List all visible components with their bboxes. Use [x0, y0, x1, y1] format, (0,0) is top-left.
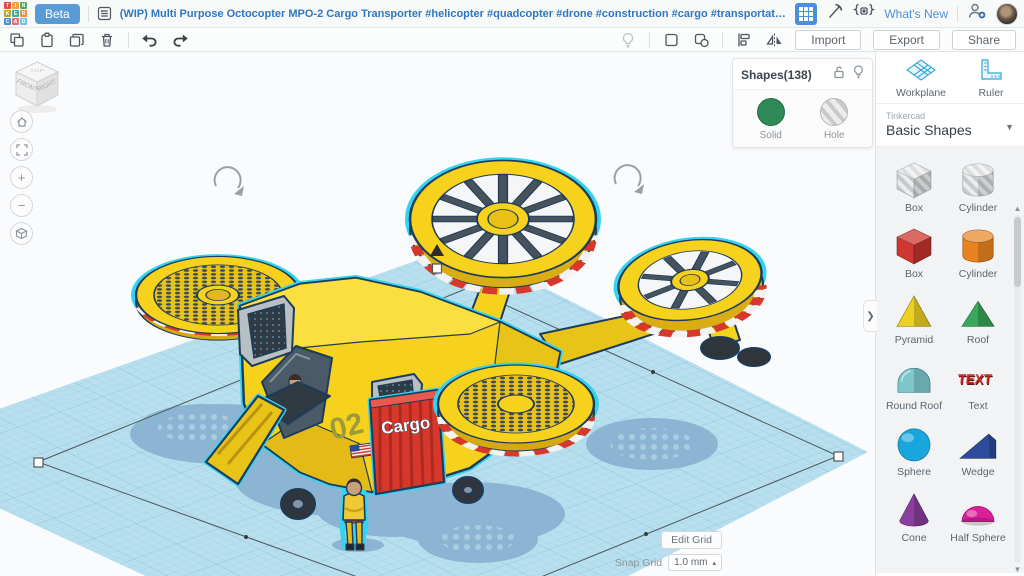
shape-library-sidebar: Workplane Ruler Tinkercad Basic Shapes ▼…	[875, 52, 1024, 576]
edit-grid-button[interactable]: Edit Grid	[661, 531, 722, 549]
hole-swatch[interactable]: Hole	[820, 98, 848, 141]
sidebar-collapse-tab[interactable]: ❯	[863, 300, 877, 332]
user-avatar[interactable]	[996, 3, 1018, 25]
share-button[interactable]: Share	[952, 30, 1016, 50]
whats-new-link[interactable]: What's New	[884, 7, 948, 21]
viewcube-top-label[interactable]: TOP	[30, 69, 45, 73]
shapes-inspector-panel: Shapes(138) Solid Hole	[732, 58, 873, 148]
shape-category-selector[interactable]: Tinkercad Basic Shapes ▼	[876, 104, 1024, 147]
group-icon[interactable]	[662, 31, 680, 49]
copy-icon[interactable]	[8, 31, 26, 49]
divider	[649, 32, 650, 48]
shapes-panel-title: Shapes(138)	[741, 68, 833, 82]
scrollbar-thumb[interactable]	[1014, 217, 1021, 287]
solid-color-dot[interactable]	[757, 98, 785, 126]
edit-toolbar: Import Export Share	[0, 28, 1024, 52]
rotor-right[interactable]	[611, 229, 771, 343]
home-view-button[interactable]	[10, 110, 33, 133]
gallery-scrollbar[interactable]: ▲ ▼	[1012, 202, 1023, 576]
divider	[957, 6, 958, 22]
shape-tile-box[interactable]: Box	[882, 217, 946, 283]
shape-tile-cylinder-hole[interactable]: Cylinder	[946, 151, 1010, 217]
code-blocks-icon[interactable]	[853, 2, 875, 25]
rotate-handle-left[interactable]	[215, 167, 244, 196]
rotor-mid-front[interactable]	[436, 364, 596, 454]
design-title[interactable]: (WIP) Multi Purpose Octocopter MPO-2 Car…	[120, 8, 788, 20]
shape-tile-text[interactable]: TEXT TEXT Text	[946, 349, 1010, 415]
tinkercad-logo[interactable]: T I N K E R C A D	[4, 2, 27, 25]
workplane-tool[interactable]: Workplane	[896, 58, 946, 99]
us-flag	[350, 443, 372, 458]
align-icon[interactable]	[735, 31, 753, 49]
shape-tile-cone[interactable]: Cone	[882, 481, 946, 547]
toolbar-right-cluster: Import Export Share	[619, 30, 1016, 50]
viewport-3d[interactable]: 02 02	[0, 52, 875, 576]
zoom-out-button[interactable]: −	[10, 194, 33, 217]
top-bar: T I N K E R C A D Beta (WIP) Multi Purpo…	[0, 0, 1024, 28]
divider	[128, 32, 129, 48]
shape-tile-roof[interactable]: Roof	[946, 283, 1010, 349]
navigation-buttons: + −	[10, 110, 33, 245]
zoom-in-button[interactable]: +	[10, 166, 33, 189]
delete-icon[interactable]	[98, 31, 116, 49]
shape-tile-box-hole[interactable]: Box	[882, 151, 946, 217]
paste-icon[interactable]	[38, 31, 56, 49]
perspective-toggle-button[interactable]	[10, 222, 33, 245]
svg-text:TEXT: TEXT	[957, 371, 994, 386]
shape-tile-wedge[interactable]: Wedge	[946, 415, 1010, 481]
cargo-container[interactable]: Cargo	[370, 390, 444, 494]
invite-person-icon[interactable]	[967, 2, 987, 25]
redo-icon[interactable]	[171, 31, 189, 49]
show-hide-bulb-icon[interactable]	[853, 65, 864, 84]
divider	[88, 6, 89, 22]
document-properties-icon[interactable]	[97, 6, 112, 21]
undo-icon[interactable]	[141, 31, 159, 49]
ruler-tool[interactable]: Ruler	[978, 58, 1004, 99]
apps-grid-button[interactable]	[795, 3, 817, 25]
duplicate-icon[interactable]	[68, 31, 86, 49]
grid-controls: Edit Grid Snap Grid 1.0 mm▴	[615, 531, 722, 571]
scroll-down-icon[interactable]: ▼	[1014, 565, 1022, 574]
beta-badge: Beta	[35, 4, 80, 24]
topbar-right-cluster: What's New	[795, 2, 1020, 25]
shape-tile-half-sphere[interactable]: Half Sphere	[946, 481, 1010, 547]
shape-tile-round-roof[interactable]: Text Round Roof	[882, 349, 946, 415]
category-dropdown-icon[interactable]: ▼	[1005, 122, 1014, 132]
mirror-icon[interactable]	[765, 31, 783, 49]
shape-tile-partial[interactable]	[882, 547, 946, 573]
snap-grid-select[interactable]: 1.0 mm▴	[668, 554, 722, 571]
shape-tile-sphere[interactable]: Sphere	[882, 415, 946, 481]
shape-tile-partial[interactable]	[946, 547, 1010, 573]
divider	[722, 32, 723, 48]
unlock-icon[interactable]	[833, 65, 845, 84]
solid-swatch[interactable]: Solid	[757, 98, 785, 141]
shape-tile-pyramid[interactable]: Pyramid	[882, 283, 946, 349]
scroll-up-icon[interactable]: ▲	[1014, 204, 1022, 213]
shape-gallery: Box Cylinder Box	[876, 147, 1024, 573]
import-button[interactable]: Import	[795, 30, 861, 50]
snap-grid-label: Snap Grid	[615, 557, 662, 569]
ungroup-icon[interactable]	[692, 31, 710, 49]
show-all-bulb-icon[interactable]	[619, 31, 637, 49]
shape-tile-cylinder[interactable]: Cylinder	[946, 217, 1010, 283]
rotate-handle-right[interactable]	[615, 165, 644, 194]
hole-pattern-dot[interactable]	[820, 98, 848, 126]
fit-view-button[interactable]	[10, 138, 33, 161]
tips-pickaxe-icon[interactable]	[826, 2, 844, 25]
export-button[interactable]: Export	[873, 30, 940, 50]
